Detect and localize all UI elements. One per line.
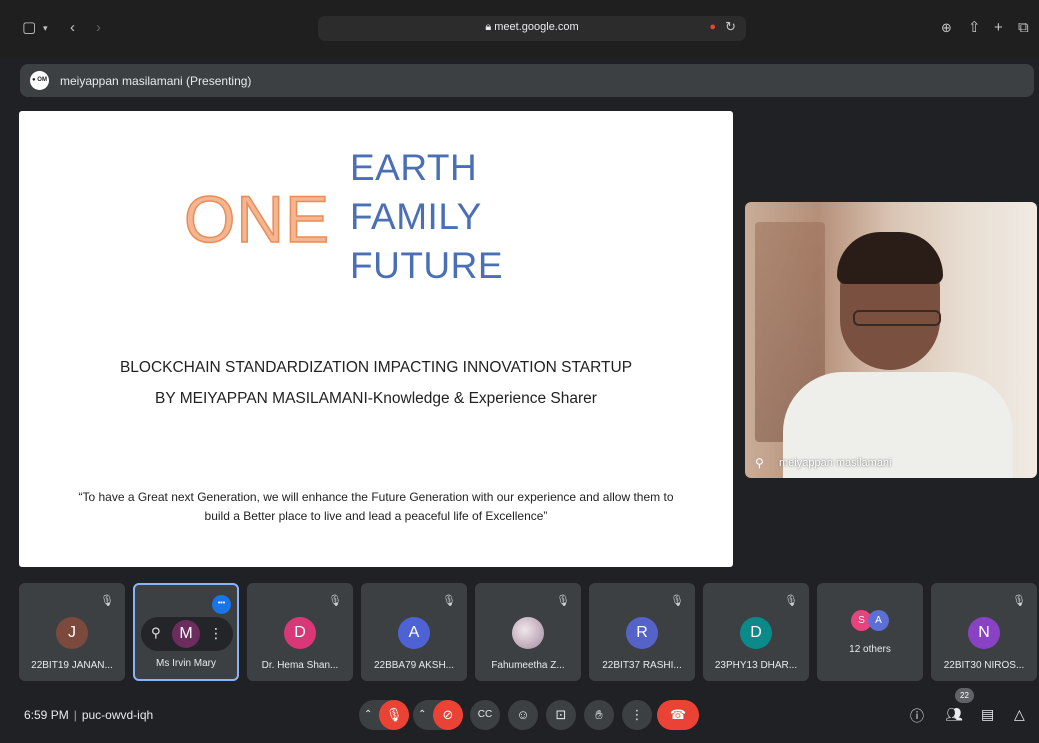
present-icon[interactable]: ⊡ (546, 700, 576, 730)
participant-avatar: A (868, 610, 889, 631)
slide-family-word: FAMILY (350, 196, 482, 237)
forward-icon[interactable]: › (96, 18, 101, 38)
participant-tile[interactable]: 🎙︎ A 22BBA79 AKSH... (361, 583, 467, 681)
end-call-icon[interactable]: ☎ (657, 700, 699, 730)
mic-off-icon: 🎙︎ (556, 595, 570, 607)
meeting-code: puc-owvd-iqh (81, 708, 154, 722)
more-options-icon[interactable]: ••• (212, 595, 231, 614)
chevron-up-icon[interactable]: ⌃ (364, 700, 372, 730)
slide-author-line: BY MEIYAPPAN MASILAMANI-Knowledge & Expe… (155, 390, 597, 407)
download-icon[interactable]: ⊕ (941, 18, 952, 38)
reload-icon[interactable]: ↻ (725, 19, 736, 35)
participant-avatar: J (56, 617, 88, 649)
mic-off-icon: 🎙︎ (100, 595, 114, 607)
mic-off-icon: 🎙︎ (442, 595, 456, 607)
speaker-name: meiyappan masilamani (779, 457, 892, 469)
mic-off-icon: 🎙︎ (784, 595, 798, 607)
chat-icon[interactable]: ▤ (981, 706, 994, 723)
participant-tile[interactable]: 🎙︎ J 22BIT19 JANAN... (19, 583, 125, 681)
mic-off-icon: 🎙︎ (670, 595, 684, 607)
participant-name: 22BBA79 AKSH... (373, 660, 455, 671)
participant-avatar: N (968, 617, 1000, 649)
participant-name: Ms Irvin Mary (156, 658, 216, 669)
slide-title-line: BLOCKCHAIN STANDARDIZATION IMPACTING INN… (119, 359, 633, 376)
meeting-info: 6:59 PM | puc-owvd-iqh (24, 708, 153, 722)
participant-avatar (512, 617, 544, 649)
participant-name: 22BIT37 RASHI... (602, 660, 682, 671)
more-icon[interactable]: ⋮ (622, 700, 652, 730)
more-icon[interactable]: ⋮ (209, 625, 223, 642)
meeting-controls-bar: 6:59 PM | puc-owvd-iqh ⌃ 🎙︎ ⌃ ⊘ CC ☺ ⊡ ✋︎ … (0, 688, 1039, 743)
others-count-label: 12 others (849, 644, 891, 655)
speaker-hair (837, 232, 943, 284)
activities-icon[interactable]: △ (1014, 706, 1025, 723)
participant-avatar: M (172, 620, 200, 648)
participant-count-badge: 22 (955, 688, 974, 703)
tabs-icon[interactable]: ⧉ (1018, 18, 1029, 38)
speaker-video[interactable]: ⚲ meiyappan masilamani (745, 202, 1037, 478)
mic-off-icon: 🎙︎ (1012, 595, 1026, 607)
url-text: meet.google.com (494, 21, 579, 33)
new-tab-icon[interactable]: + (994, 18, 1003, 38)
slide-earth-word: EARTH (350, 147, 478, 188)
pin-icon[interactable]: ⚲ (151, 625, 161, 641)
participant-tile[interactable]: 🎙︎ Fahumeetha Z... (475, 583, 581, 681)
participant-tile[interactable]: 🎙︎ N 22BIT30 NIROS... (931, 583, 1037, 681)
chevron-down-icon[interactable]: ▾ (43, 18, 48, 38)
share-icon[interactable]: ⇧ (968, 18, 981, 38)
camera-control[interactable]: ⌃ ⊘ (413, 700, 463, 730)
people-icon[interactable]: 👥︎ (945, 706, 963, 723)
slide-quote: “To have a Great next Generation, we wil… (78, 490, 674, 523)
speaker-glasses (853, 310, 941, 326)
sidebar-icon[interactable]: ▢ (22, 18, 36, 38)
presenter-avatar: ● OM (30, 71, 49, 90)
participant-name: Fahumeetha Z... (491, 660, 565, 671)
participant-tile[interactable]: 🎙︎ R 22BIT37 RASHI... (589, 583, 695, 681)
meeting-separator: | (73, 708, 77, 722)
participant-name: 22BIT19 JANAN... (31, 660, 113, 671)
mic-control[interactable]: ⌃ 🎙︎ (359, 700, 409, 730)
emoji-icon[interactable]: ☺ (508, 700, 538, 730)
presentation-slide: ONE EARTH FAMILY FUTURE BLOCKCHAIN STAND… (19, 111, 733, 567)
presenter-label: meiyappan masilamani (Presenting) (60, 74, 252, 88)
participant-name: Dr. Hema Shan... (261, 660, 339, 671)
slide-future-word: FUTURE (350, 245, 504, 286)
mic-off-icon: 🎙︎ (328, 595, 342, 607)
microphone-icon[interactable]: ● (709, 21, 716, 33)
lock-icon: 🔒︎ (485, 21, 495, 33)
info-icon[interactable]: ⓘ (910, 706, 924, 726)
participant-avatar: D (284, 617, 316, 649)
camera-off-icon[interactable]: ⊘ (433, 700, 463, 730)
participant-avatar: A (398, 617, 430, 649)
chevron-up-icon[interactable]: ⌃ (418, 700, 426, 730)
mic-off-icon[interactable]: 🎙︎ (379, 700, 409, 730)
presenter-banner: ● OM meiyappan masilamani (Presenting) (20, 64, 1034, 97)
pin-icon[interactable]: ⚲ (755, 456, 764, 470)
participant-name: 22BIT30 NIROS... (943, 660, 1025, 671)
participant-avatar: D (740, 617, 772, 649)
captions-icon[interactable]: CC (470, 700, 500, 730)
slide-one-word: ONE (183, 181, 331, 257)
participant-tile[interactable]: S A 12 others (817, 583, 923, 681)
raise-hand-icon[interactable]: ✋︎ (584, 700, 614, 730)
participant-tile[interactable]: M ••• ⚲ ⋮ Ms Irvin Mary (133, 583, 239, 681)
meeting-time: 6:59 PM (24, 708, 69, 722)
participant-avatar: R (626, 617, 658, 649)
participant-name: 23PHY13 DHAR... (714, 660, 798, 671)
back-icon[interactable]: ‹ (70, 18, 75, 38)
browser-toolbar: ▢ ▾ ‹ › 🔒︎ meet.google.com ● ↻ ⊕ ⇧ + ⧉ (0, 0, 1039, 58)
participant-tile[interactable]: 🎙︎ D 23PHY13 DHAR... (703, 583, 809, 681)
address-bar[interactable]: 🔒︎ meet.google.com ● ↻ (318, 16, 746, 41)
participant-tile[interactable]: 🎙︎ D Dr. Hema Shan... (247, 583, 353, 681)
